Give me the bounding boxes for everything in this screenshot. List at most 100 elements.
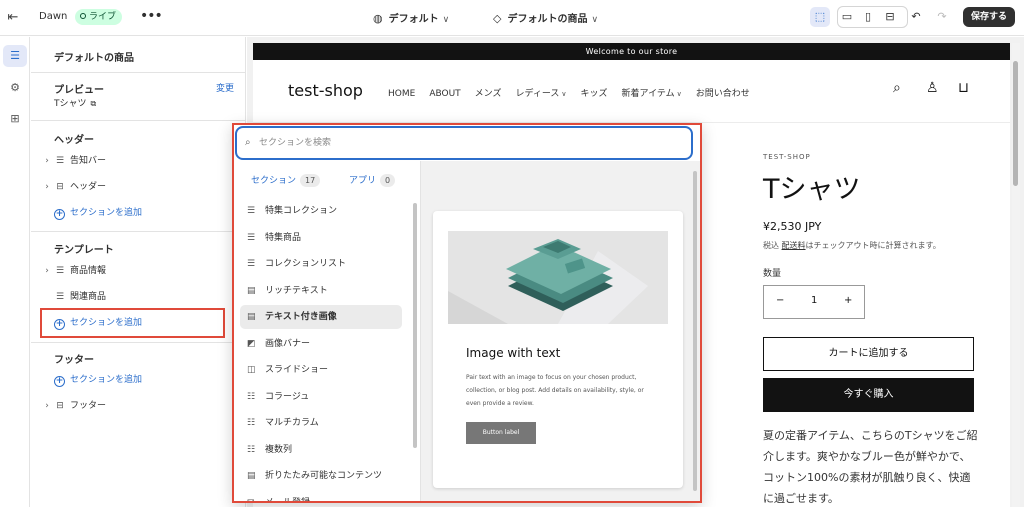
undo-icon[interactable]: ↶ [906, 7, 926, 27]
section-option[interactable]: ☷ マルチカラム [240, 411, 402, 435]
editor-topbar: ⇤ Dawn ライブ ••• ◍ デフォルト ∨ ◇ デフォルトの商品 ∨ ⬚ ▭ ▯ … [0, 0, 1024, 36]
section-option[interactable]: ☰ 特集コレクション [240, 199, 402, 223]
chevron-down-icon: ∨ [442, 15, 450, 25]
section-option-label: 特集コレクション [265, 206, 338, 216]
scrollbar-thumb[interactable] [693, 171, 697, 491]
divider [31, 342, 246, 343]
theme-selector[interactable]: ◍ デフォルト ∨ [373, 10, 449, 25]
preview-panel-scrollbar[interactable] [693, 171, 698, 491]
sections-icon[interactable]: ☰ [3, 45, 27, 67]
section-list-scrollbar[interactable] [413, 199, 418, 449]
section-option-label: 画像バナー [265, 338, 311, 349]
scrollbar-thumb[interactable] [1013, 61, 1018, 186]
nav-new[interactable]: 新着アイテム [622, 89, 675, 99]
announcement-bar: Welcome to our store [253, 43, 1010, 60]
multirow-icon: ☷ [247, 444, 256, 455]
section-option-label: テキスト付き画像 [265, 312, 337, 322]
chevron-right-icon[interactable]: › [41, 396, 53, 416]
store-nav: HOME ABOUT メンズ レディース ∨ キッズ 新着アイテム ∨ お問い合わせ [388, 86, 764, 99]
preview-scrollbar[interactable] [1012, 43, 1020, 507]
section-item-product-info[interactable]: › ☰ 商品情報 [41, 261, 236, 281]
section-icon: ☰ [55, 266, 65, 276]
slideshow-icon: ◫ [247, 365, 256, 375]
quantity-minus-button[interactable]: − [776, 295, 784, 306]
section-item-label: 関連商品 [70, 292, 107, 302]
nav-ladies[interactable]: レディース [515, 89, 559, 99]
section-option[interactable]: ◫ スライドショー [240, 358, 402, 382]
nav-about[interactable]: ABOUT [429, 89, 460, 99]
store-header: test-shop HOME ABOUT メンズ レディース ∨ キッズ 新着アイテム ∨ お問… [253, 60, 1010, 123]
section-preview-description: Pair text with an image to focus on your… [466, 374, 644, 407]
template-selector[interactable]: ◇ デフォルトの商品 ∨ [493, 10, 598, 25]
exit-icon[interactable]: ⇤ [5, 10, 21, 26]
sections-sidebar: デフォルトの商品 プレビュー 変更 Tシャツ ⧉ ヘッダー › ☰ 告知バー › ⊟ ヘッ… [31, 37, 246, 507]
nav-mens[interactable]: メンズ [475, 89, 502, 99]
add-section-button-footer[interactable]: + セクションを追加 [54, 370, 249, 390]
section-item-footer[interactable]: › ⊟ フッター [41, 396, 236, 416]
section-item-related-products[interactable]: ☰ 関連商品 [41, 287, 236, 307]
preview-product[interactable]: Tシャツ ⧉ [54, 96, 96, 109]
tab-apps-count: 0 [380, 174, 396, 187]
more-actions-icon[interactable]: ••• [140, 8, 163, 24]
nav-home[interactable]: HOME [388, 89, 415, 99]
mobile-icon[interactable]: ▯ [858, 7, 878, 27]
footer-group-title: フッター [54, 355, 94, 366]
apps-icon[interactable]: ⊞ [3, 108, 27, 130]
section-icon: ☰ [55, 156, 65, 166]
search-icon[interactable]: ⌕ [893, 80, 901, 96]
shipping-link[interactable]: 配送料 [782, 241, 806, 250]
tax-note: 税込 配送料はチェックアウト時に計算されます。 [763, 240, 978, 251]
cart-icon[interactable]: ⊔ [958, 80, 969, 96]
theme-settings-icon[interactable]: ⚙ [3, 77, 27, 99]
theme-icon: ◍ [373, 12, 383, 25]
plus-circle-icon: + [54, 209, 65, 220]
fullwidth-icon[interactable]: ⊟ [880, 7, 900, 27]
add-to-cart-button[interactable]: カートに追加する [763, 337, 974, 371]
section-item-header[interactable]: › ⊟ ヘッダー [41, 177, 236, 197]
quantity-stepper: − 1 + [763, 285, 865, 319]
chevron-right-icon[interactable]: › [41, 261, 53, 281]
inspector-icon[interactable]: ⬚ [810, 7, 830, 27]
preview-change-link[interactable]: 変更 [216, 81, 234, 94]
chevron-right-icon[interactable]: › [41, 151, 53, 171]
quantity-plus-button[interactable]: + [844, 295, 852, 306]
section-option[interactable]: ▤ 折りたたみ可能なコンテンツ [240, 464, 402, 488]
banner-icon: ◩ [247, 338, 256, 349]
tag-icon: ◇ [493, 12, 502, 25]
tshirt-illustration [448, 231, 668, 324]
save-button[interactable]: 保存する [963, 7, 1015, 27]
section-option-label: 折りたたみ可能なコンテンツ [265, 471, 383, 481]
section-option[interactable]: ✉ メール登録 [240, 491, 402, 502]
buy-now-button[interactable]: 今すぐ購入 [763, 378, 974, 412]
section-option-label: 特集商品 [265, 232, 302, 243]
section-option[interactable]: ☷ 複数列 [240, 438, 402, 462]
product-vendor: TEST-SHOP [763, 153, 811, 161]
theme-selector-label: デフォルト [388, 14, 439, 25]
redo-icon[interactable]: ↷ [932, 7, 952, 27]
product-title: Tシャツ [763, 174, 861, 205]
scrollbar-thumb[interactable] [413, 203, 417, 448]
section-search-input[interactable] [259, 134, 659, 152]
section-option[interactable]: ▤ テキスト付き画像 [240, 305, 402, 329]
nav-contact[interactable]: お問い合わせ [696, 89, 750, 99]
chevron-right-icon[interactable]: › [41, 177, 53, 197]
nav-kids[interactable]: キッズ [581, 89, 608, 99]
tax-note-prefix: 税込 [763, 241, 782, 250]
section-option[interactable]: ☷ コラージュ [240, 385, 402, 409]
section-item-announcement[interactable]: › ☰ 告知バー [41, 151, 236, 171]
section-option[interactable]: ☰ 特集商品 [240, 226, 402, 250]
desktop-icon[interactable]: ▭ [837, 7, 857, 27]
section-option[interactable]: ▤ リッチテキスト [240, 279, 402, 303]
divider [31, 231, 246, 232]
section-option[interactable]: ☰ コレクションリスト [240, 252, 402, 276]
account-icon[interactable]: ♙ [926, 80, 939, 96]
tab-apps[interactable]: アプリ 0 [349, 173, 396, 187]
collection-icon: ☰ [247, 206, 256, 216]
quantity-value[interactable]: 1 [811, 295, 817, 306]
tab-sections[interactable]: セクション 17 [251, 173, 321, 187]
section-preview-button: Button label [466, 422, 536, 444]
store-logo[interactable]: test-shop [288, 81, 363, 100]
add-section-button-header[interactable]: + セクションを追加 [54, 203, 249, 223]
divider [31, 120, 246, 121]
section-option[interactable]: ◩ 画像バナー [240, 332, 402, 356]
